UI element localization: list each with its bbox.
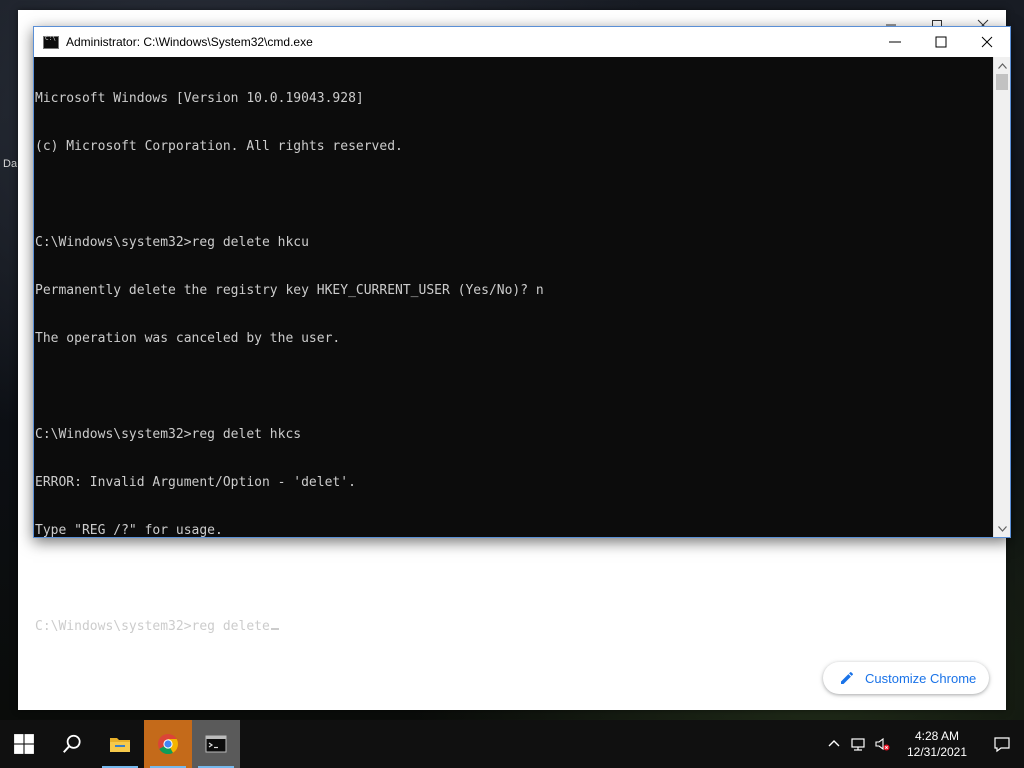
console-line: (c) Microsoft Corporation. All rights re… xyxy=(35,139,403,154)
customize-chrome-label: Customize Chrome xyxy=(865,670,977,686)
taskbar-cmd[interactable] xyxy=(192,720,240,768)
search-icon xyxy=(63,734,81,753)
scroll-up-button[interactable] xyxy=(994,57,1010,74)
minimize-icon xyxy=(889,41,901,43)
console-line: Type "REG /?" for usage. xyxy=(35,523,223,538)
vertical-scrollbar[interactable] xyxy=(993,57,1010,537)
scroll-down-button[interactable] xyxy=(994,520,1010,537)
close-icon xyxy=(981,36,993,48)
volume-muted-icon xyxy=(875,737,890,751)
close-button[interactable] xyxy=(964,27,1010,57)
taskbar-chrome[interactable] xyxy=(144,720,192,768)
clock-date: 12/31/2021 xyxy=(906,745,968,759)
maximize-icon xyxy=(935,36,947,48)
chevron-down-icon xyxy=(997,525,1007,532)
taskbar: 4:28 AM 12/31/2021 xyxy=(0,720,1024,768)
chevron-up-icon xyxy=(828,740,840,747)
network-tray-button[interactable] xyxy=(846,720,870,768)
start-button[interactable] xyxy=(0,720,48,768)
network-icon xyxy=(851,738,865,751)
minimize-button[interactable] xyxy=(872,27,918,57)
notification-icon xyxy=(994,737,1010,753)
console-line: C:\Windows\system32>reg delet hkcs xyxy=(35,427,302,442)
cmd-window-title: Administrator: C:\Windows\System32\cmd.e… xyxy=(66,35,313,49)
desktop-icon-label[interactable]: Da xyxy=(3,158,17,170)
console-line: The operation was canceled by the user. xyxy=(35,331,341,346)
cmd-window[interactable]: Administrator: C:\Windows\System32\cmd.e… xyxy=(33,26,1011,634)
folder-icon xyxy=(110,738,130,752)
volume-tray-button[interactable] xyxy=(870,720,894,768)
console-current-input[interactable]: C:\Windows\system32>reg delete xyxy=(35,619,270,634)
maximize-button[interactable] xyxy=(918,27,964,57)
cmd-app-icon xyxy=(43,35,59,49)
console-output[interactable]: Microsoft Windows [Version 10.0.19043.92… xyxy=(34,57,993,634)
system-tray: 4:28 AM 12/31/2021 xyxy=(822,720,1024,768)
console-prompt-line[interactable]: C:\Windows\system32>reg delete xyxy=(35,619,993,635)
console-line: ERROR: Invalid Argument/Option - 'delet'… xyxy=(35,475,356,490)
taskbar-file-explorer[interactable] xyxy=(96,720,144,768)
windows-logo-icon xyxy=(14,734,34,754)
cmd-icon xyxy=(205,735,227,753)
search-button[interactable] xyxy=(48,720,96,768)
clock-time: 4:28 AM xyxy=(914,729,960,743)
cmd-titlebar[interactable]: Administrator: C:\Windows\System32\cmd.e… xyxy=(34,27,1010,57)
chevron-up-icon xyxy=(997,62,1007,69)
text-cursor xyxy=(270,628,279,630)
console-line: Permanently delete the registry key HKEY… xyxy=(35,283,544,298)
taskbar-clock[interactable]: 4:28 AM 12/31/2021 xyxy=(898,728,976,760)
chrome-icon xyxy=(158,734,179,755)
pencil-icon xyxy=(841,672,853,684)
console-line: Microsoft Windows [Version 10.0.19043.92… xyxy=(35,91,364,106)
action-center-button[interactable] xyxy=(980,720,1024,768)
console-line: C:\Windows\system32>reg delete hkcu xyxy=(35,235,309,250)
show-hidden-icons-button[interactable] xyxy=(822,720,846,768)
scrollbar-thumb[interactable] xyxy=(996,74,1008,90)
